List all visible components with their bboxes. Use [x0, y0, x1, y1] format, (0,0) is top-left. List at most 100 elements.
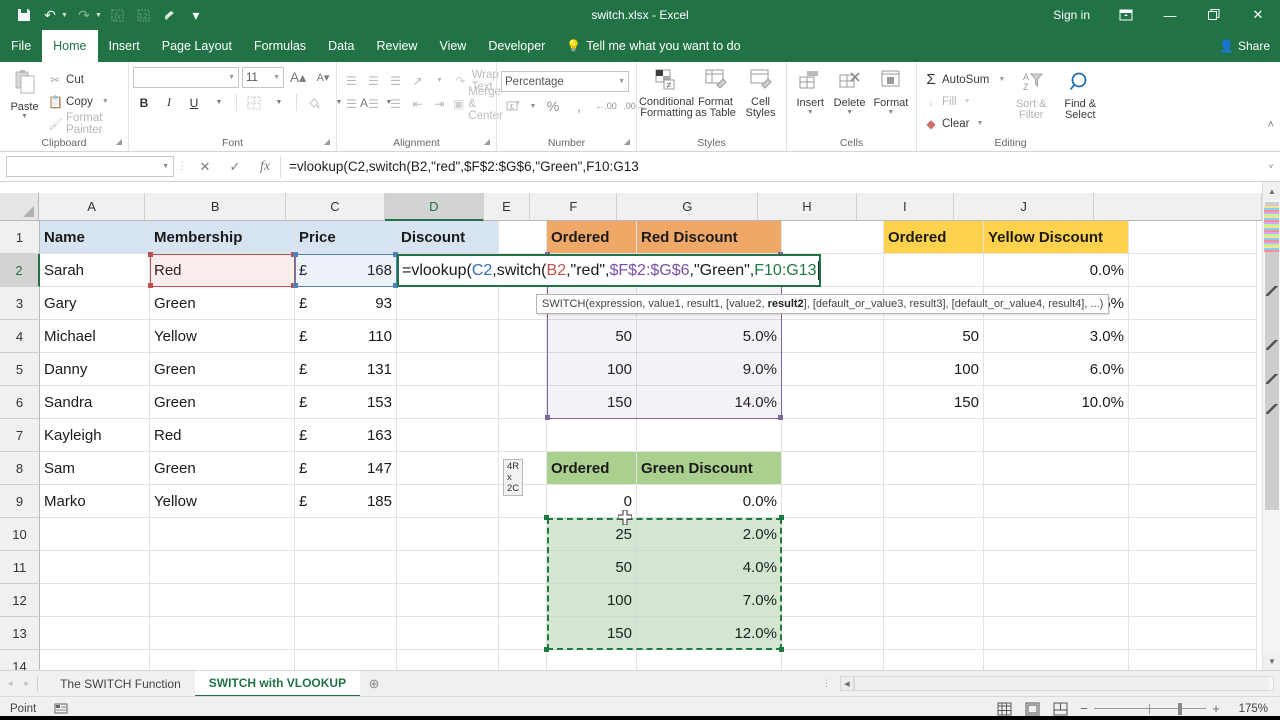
- cell-A14[interactable]: [40, 650, 150, 670]
- paste-dropdown-icon[interactable]: ▼: [21, 113, 28, 120]
- cell-I14[interactable]: [884, 650, 984, 670]
- cell-G8[interactable]: Green Discount: [637, 452, 782, 485]
- redo-icon[interactable]: ↷: [72, 4, 96, 26]
- cell-J12[interactable]: [984, 584, 1129, 617]
- collapse-ribbon-icon[interactable]: ˄: [1268, 119, 1274, 131]
- row-header-4[interactable]: 4: [0, 320, 40, 353]
- cell-A4[interactable]: Michael: [40, 320, 150, 353]
- cell-G7[interactable]: [637, 419, 782, 452]
- close-icon[interactable]: ✕: [1236, 0, 1280, 30]
- number-dialog-launcher[interactable]: ◢: [624, 134, 630, 150]
- vertical-scrollbar[interactable]: ▲ ▼: [1262, 182, 1280, 670]
- previous-sheet-icon[interactable]: ◂: [8, 678, 13, 689]
- ribbon-tab-review[interactable]: Review: [365, 30, 428, 62]
- cell-K7[interactable]: [1129, 419, 1257, 452]
- cell-D1[interactable]: Discount: [397, 221, 499, 254]
- insert-function-icon[interactable]: fx: [106, 4, 130, 26]
- cell-K12[interactable]: [1129, 584, 1257, 617]
- cell-H1[interactable]: [782, 221, 884, 254]
- cell-D8[interactable]: [397, 452, 499, 485]
- cell-B9[interactable]: Yellow: [150, 485, 295, 518]
- cell-D4[interactable]: [397, 320, 499, 353]
- cell-K4[interactable]: [1129, 320, 1257, 353]
- accounting-dropdown-icon[interactable]: ▼: [527, 96, 539, 116]
- underline-dropdown-icon[interactable]: ▼: [208, 92, 230, 113]
- borders-button[interactable]: [243, 92, 265, 113]
- ref-handle-b2-tl[interactable]: [148, 252, 153, 257]
- ref-handle-fg-br[interactable]: [778, 415, 783, 420]
- cell-C4[interactable]: £110: [295, 320, 397, 353]
- format-painter-button[interactable]: 🖌 Format Painter: [45, 112, 124, 136]
- decrease-indent-icon[interactable]: ⇤: [407, 94, 428, 113]
- cell-D7[interactable]: [397, 419, 499, 452]
- scrollbar-grip[interactable]: ⋮: [814, 678, 840, 689]
- fill-dropdown-icon[interactable]: ▼: [964, 98, 971, 105]
- ref-handle-c2-bl[interactable]: [293, 283, 298, 288]
- horizontal-scrollbar-track[interactable]: [854, 676, 1274, 691]
- cell-D12[interactable]: [397, 584, 499, 617]
- italic-button[interactable]: I: [158, 92, 180, 113]
- cell-E5[interactable]: [499, 353, 547, 386]
- cell-K10[interactable]: [1129, 518, 1257, 551]
- ribbon-tab-formulas[interactable]: Formulas: [243, 30, 317, 62]
- enter-formula-button[interactable]: ✓: [220, 155, 250, 179]
- copy-button[interactable]: 📋 Copy ▼: [45, 92, 124, 111]
- cell-J5[interactable]: 6.0%: [984, 353, 1129, 386]
- cell-A7[interactable]: Kayleigh: [40, 419, 150, 452]
- column-header-a[interactable]: A: [38, 193, 146, 221]
- paste-button[interactable]: Paste ▼: [4, 67, 45, 120]
- comma-style-button[interactable]: ,: [567, 96, 591, 116]
- cell-F8[interactable]: Ordered: [547, 452, 637, 485]
- redo-dropdown-icon[interactable]: ▼: [95, 12, 102, 19]
- cell-A8[interactable]: Sam: [40, 452, 150, 485]
- row-header-13[interactable]: 13: [0, 617, 40, 650]
- cell-E10[interactable]: [499, 518, 547, 551]
- column-header-i[interactable]: I: [856, 193, 954, 221]
- horizontal-scrollbar-thumb[interactable]: [855, 677, 1269, 690]
- cell-I8[interactable]: [884, 452, 984, 485]
- align-left-icon[interactable]: ☰: [341, 94, 362, 113]
- row-header-8[interactable]: 8: [0, 452, 40, 485]
- row-header-7[interactable]: 7: [0, 419, 40, 452]
- sort-filter-button[interactable]: AZ Sort & Filter: [1008, 69, 1054, 121]
- subscript-icon[interactable]: 12: [132, 4, 156, 26]
- column-header-h[interactable]: H: [758, 193, 857, 221]
- percent-style-button[interactable]: %: [541, 96, 565, 116]
- tell-me-box[interactable]: 💡 Tell me what you want to do: [556, 30, 750, 62]
- align-bottom-icon[interactable]: ☰: [385, 71, 406, 90]
- cell-F14[interactable]: [547, 650, 637, 670]
- format-painter-icon[interactable]: [158, 4, 182, 26]
- sheet-tab-the-switch-function[interactable]: The SWITCH Function: [46, 670, 195, 697]
- cell-D10[interactable]: [397, 518, 499, 551]
- align-top-icon[interactable]: ☰: [341, 71, 362, 90]
- scroll-down-icon[interactable]: ▼: [1263, 652, 1280, 670]
- cell-J9[interactable]: [984, 485, 1129, 518]
- cell-E1[interactable]: [499, 221, 547, 254]
- ref-handle-fg-bl[interactable]: [545, 415, 550, 420]
- cell-C7[interactable]: £163: [295, 419, 397, 452]
- next-sheet-icon[interactable]: ▸: [25, 678, 30, 689]
- cell-A12[interactable]: [40, 584, 150, 617]
- delete-cells-button[interactable]: Delete ▼: [829, 67, 869, 116]
- clipboard-dialog-launcher[interactable]: ◢: [116, 134, 122, 150]
- cell-H6[interactable]: [782, 386, 884, 419]
- cell-J10[interactable]: [984, 518, 1129, 551]
- ref-handle-green-tl[interactable]: [544, 515, 549, 520]
- cell-C9[interactable]: £185: [295, 485, 397, 518]
- cell-J1[interactable]: Yellow Discount: [984, 221, 1129, 254]
- bold-button[interactable]: B: [133, 92, 155, 113]
- customize-qat-icon[interactable]: ▾: [184, 4, 208, 26]
- cell-E14[interactable]: [499, 650, 547, 670]
- cell-J11[interactable]: [984, 551, 1129, 584]
- cell-D5[interactable]: [397, 353, 499, 386]
- cut-button[interactable]: ✂ Cut: [45, 70, 124, 89]
- zoom-level-label[interactable]: 175%: [1226, 703, 1272, 715]
- column-header-d[interactable]: D: [384, 193, 484, 221]
- cell-I7[interactable]: [884, 419, 984, 452]
- row-header-6[interactable]: 6: [0, 386, 40, 419]
- font-family-select[interactable]: ▼: [133, 67, 239, 88]
- decrease-decimal-button[interactable]: ←.00: [593, 96, 619, 116]
- formula-input[interactable]: =vlookup(C2,switch(B2,"red",$F$2:$G$6,"G…: [280, 155, 1262, 178]
- format-as-table-button[interactable]: Format as Table: [694, 67, 738, 119]
- autosum-button[interactable]: Σ AutoSum ▼: [921, 70, 1008, 89]
